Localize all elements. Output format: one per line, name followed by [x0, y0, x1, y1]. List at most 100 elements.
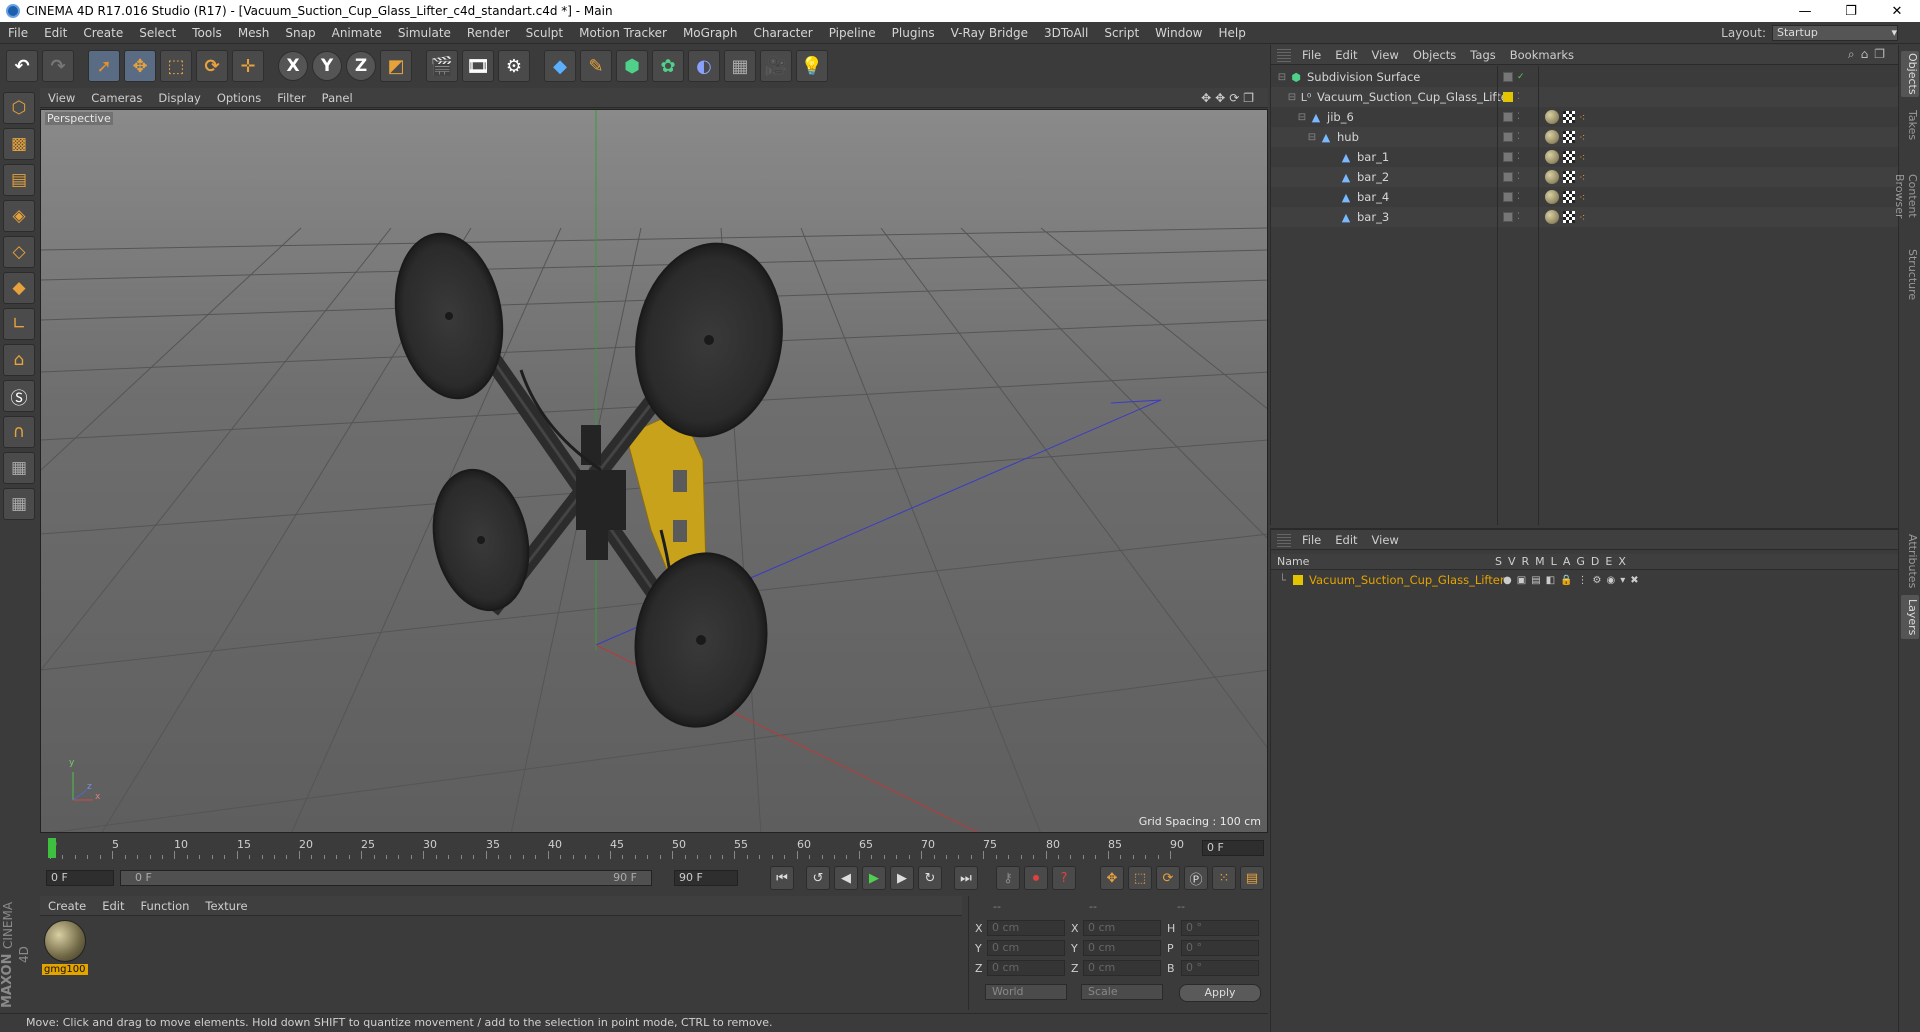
visibility-dots-icon[interactable]: ⁚: [1517, 92, 1523, 101]
enabled-check-icon[interactable]: ✓: [1517, 72, 1525, 81]
polygons-mode-button[interactable]: ◆: [3, 272, 35, 304]
menu-tools[interactable]: Tools: [184, 26, 230, 40]
apply-button[interactable]: Apply: [1179, 984, 1261, 1002]
material-name[interactable]: gmg100: [42, 964, 88, 975]
size-z-field[interactable]: 0 cm: [1083, 960, 1161, 976]
lock-workplane-button[interactable]: ▦: [3, 452, 35, 484]
visibility-dots-icon[interactable]: ⁚: [1517, 192, 1523, 201]
new-view-icon[interactable]: ❐: [1874, 47, 1891, 61]
om-menu-bookmarks[interactable]: Bookmarks: [1503, 48, 1581, 62]
deformer-button[interactable]: ◐: [688, 50, 720, 82]
keyframe-help-button[interactable]: ?: [1052, 866, 1076, 890]
lm-menu-file[interactable]: File: [1295, 533, 1328, 547]
material-menu-texture[interactable]: Texture: [197, 899, 255, 913]
viewport-menu-panel[interactable]: Panel: [314, 91, 361, 105]
object-row[interactable]: ⊟ ▲ jib_6 ⁚ ⁖: [1271, 107, 1899, 127]
om-menu-file[interactable]: File: [1295, 48, 1328, 62]
object-row[interactable]: ⊟ ▲ hub ⁚ ⁖: [1271, 127, 1899, 147]
layer-flag-header[interactable]: E: [1605, 555, 1612, 568]
pos-y-field[interactable]: 0 cm: [987, 940, 1065, 956]
layer-view-icon[interactable]: ▣: [1517, 575, 1526, 586]
uvw-tag-icon[interactable]: [1563, 151, 1575, 163]
layer-flag-header[interactable]: G: [1576, 555, 1585, 568]
record-keys-button[interactable]: ⚷: [996, 866, 1020, 890]
x-axis-lock-button[interactable]: X: [278, 51, 308, 81]
tab-attributes[interactable]: Attributes: [1901, 531, 1919, 591]
tree-toggle-icon[interactable]: ⊟: [1285, 92, 1299, 103]
layer-xref-icon[interactable]: ✖: [1630, 575, 1638, 586]
menu-plugins[interactable]: Plugins: [884, 26, 943, 40]
timeline-window-button[interactable]: ▤: [1240, 866, 1264, 890]
om-menu-view[interactable]: View: [1365, 48, 1406, 62]
layer-flag-header[interactable]: A: [1563, 555, 1571, 568]
size-mode-dropdown[interactable]: Scale: [1081, 984, 1163, 1000]
key-param-button[interactable]: Ⓟ: [1184, 866, 1208, 890]
phong-tag-icon[interactable]: ⁖: [1579, 131, 1585, 144]
visibility-dots-icon[interactable]: ⁚: [1517, 132, 1523, 141]
timeline-ruler[interactable]: 051015202530354045505560657075808590 0 F: [40, 836, 1268, 860]
viewport-menu-view[interactable]: View: [40, 91, 83, 105]
preview-range-slider[interactable]: 0 F 90 F: [120, 870, 652, 886]
search-icon[interactable]: ⌕: [1848, 47, 1861, 61]
pos-x-field[interactable]: 0 cm: [987, 920, 1065, 936]
visibility-dots-icon[interactable]: ⁚: [1517, 172, 1523, 181]
lm-menu-edit[interactable]: Edit: [1328, 533, 1364, 547]
perspective-viewport[interactable]: Perspective y z x Grid Spacing : 100 cm: [40, 109, 1268, 833]
edit-toggle-icon[interactable]: [1503, 212, 1513, 222]
menu-vray-bridge[interactable]: V-Ray Bridge: [943, 26, 1036, 40]
uvw-tag-icon[interactable]: [1563, 171, 1575, 183]
object-row[interactable]: ▲ bar_4 ⁚ ⁖: [1271, 187, 1899, 207]
phong-tag-icon[interactable]: ⁖: [1579, 151, 1585, 164]
object-name[interactable]: bar_3: [1357, 210, 1389, 224]
viewport-camera-label[interactable]: Perspective: [45, 112, 113, 125]
layer-generators-icon[interactable]: ⚙: [1593, 575, 1602, 586]
menu-render[interactable]: Render: [459, 26, 518, 40]
material-tag-icon[interactable]: [1545, 190, 1559, 204]
rotate-tool-button[interactable]: ⟳: [196, 50, 228, 82]
rot-h-field[interactable]: 0 °: [1181, 920, 1259, 936]
planar-workplane-button[interactable]: ▦: [3, 488, 35, 520]
layer-color-swatch[interactable]: [1503, 92, 1513, 102]
viewport-menu-options[interactable]: Options: [209, 91, 269, 105]
tab-takes[interactable]: Takes: [1901, 105, 1919, 145]
material-tag-icon[interactable]: [1545, 150, 1559, 164]
next-key-button[interactable]: ↻: [918, 866, 942, 890]
render-view-button[interactable]: 🎬: [426, 50, 458, 82]
layout-dropdown[interactable]: Startup ▾: [1772, 24, 1898, 41]
menu-simulate[interactable]: Simulate: [390, 26, 459, 40]
redo-button[interactable]: ↷: [42, 50, 74, 82]
layer-flag-header[interactable]: R: [1522, 555, 1530, 568]
rot-b-field[interactable]: 0 °: [1181, 960, 1259, 976]
live-select-button[interactable]: ✛: [232, 50, 264, 82]
close-button[interactable]: ✕: [1874, 4, 1920, 19]
menu-sculpt[interactable]: Sculpt: [518, 26, 571, 40]
menu-script[interactable]: Script: [1096, 26, 1147, 40]
menu-window[interactable]: Window: [1147, 26, 1210, 40]
object-row[interactable]: ▲ bar_2 ⁚ ⁖: [1271, 167, 1899, 187]
material-swatch[interactable]: [44, 920, 86, 962]
home-icon[interactable]: ⌂: [1861, 47, 1875, 61]
size-y-field[interactable]: 0 cm: [1083, 940, 1161, 956]
menu-snap[interactable]: Snap: [277, 26, 323, 40]
layer-flag-header[interactable]: L: [1551, 555, 1557, 568]
viewport-nav-icons[interactable]: ✥✥⟳❐: [1201, 91, 1268, 105]
menu-pipeline[interactable]: Pipeline: [821, 26, 884, 40]
coord-mode-dropdown[interactable]: World: [985, 984, 1067, 1000]
render-settings-button[interactable]: ⚙: [498, 50, 530, 82]
size-x-field[interactable]: 0 cm: [1083, 920, 1161, 936]
layer-solo-icon[interactable]: ●: [1503, 575, 1512, 586]
object-name[interactable]: hub: [1337, 130, 1359, 144]
tweak-mode-button[interactable]: ⌂: [3, 344, 35, 376]
visibility-dots-icon[interactable]: ⁚: [1517, 212, 1523, 221]
layer-render-icon[interactable]: ▤: [1531, 575, 1540, 586]
layer-lock-icon[interactable]: 🔒: [1560, 575, 1572, 586]
layer-manager-icon[interactable]: ◧: [1546, 575, 1555, 586]
menu-motion-tracker[interactable]: Motion Tracker: [571, 26, 675, 40]
edit-toggle-icon[interactable]: [1503, 112, 1513, 122]
tree-toggle-icon[interactable]: ⊟: [1305, 132, 1319, 143]
viewport-menu-filter[interactable]: Filter: [269, 91, 313, 105]
uvw-tag-icon[interactable]: [1563, 191, 1575, 203]
layer-flag-header[interactable]: M: [1535, 555, 1545, 568]
uvw-tag-icon[interactable]: [1563, 111, 1575, 123]
edges-mode-button[interactable]: ◇: [3, 236, 35, 268]
